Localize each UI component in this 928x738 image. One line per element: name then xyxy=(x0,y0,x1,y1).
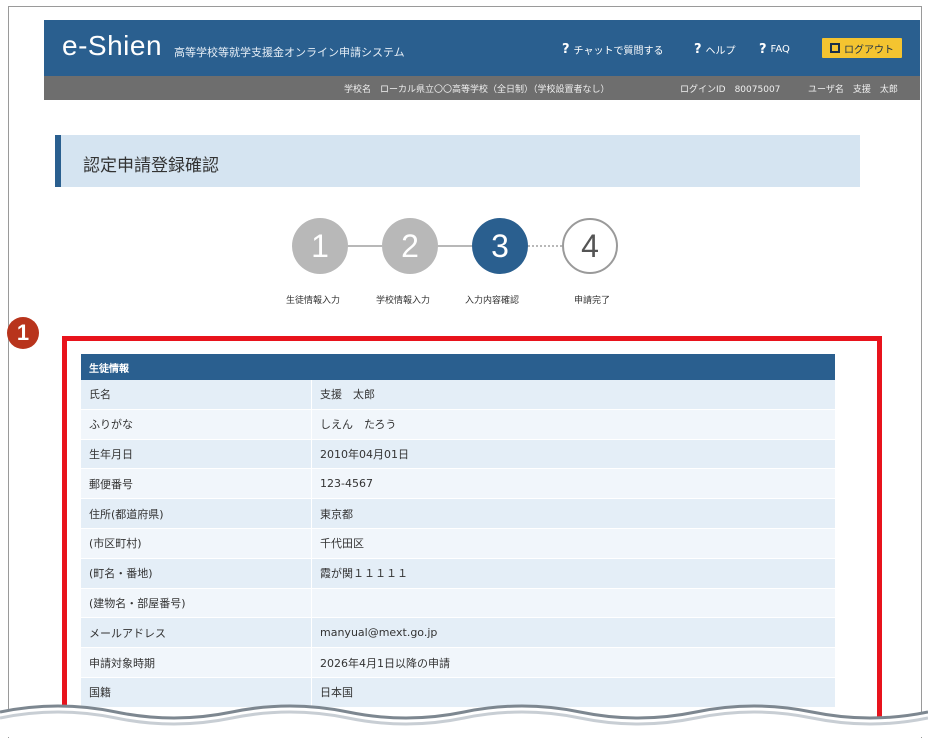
faq-link[interactable]: ? FAQ xyxy=(759,42,790,57)
chat-question-label: チャットで質問する xyxy=(573,46,664,57)
question-icon: ? xyxy=(694,42,702,57)
row-value xyxy=(311,588,835,619)
app-logo[interactable]: e-Shien xyxy=(62,30,162,62)
progress-steps: 1 2 3 4 xyxy=(292,218,642,278)
row-value: 東京都 xyxy=(311,498,835,529)
step-3-label: 入力内容確認 xyxy=(465,296,520,306)
logout-label: ログアウト xyxy=(844,44,894,56)
question-icon: ? xyxy=(562,42,570,57)
row-label: 住所(都道府県) xyxy=(81,498,312,529)
row-value: 支援 太郎 xyxy=(311,380,835,410)
table-row: 申請対象時期 2026年4月1日以降の申請 xyxy=(81,647,835,678)
row-label: (市区町村) xyxy=(81,528,312,559)
school-name: 学校名 ローカル県立〇〇高等学校（全日制）（学校設置者なし） xyxy=(344,85,610,95)
page-title-box: 認定申請登録確認 xyxy=(55,135,860,187)
row-label: 生年月日 xyxy=(81,439,312,470)
row-label: (建物名・部屋番号) xyxy=(81,588,312,619)
chat-question-link[interactable]: ? チャットで質問する xyxy=(562,42,663,57)
row-label: 申請対象時期 xyxy=(81,647,312,678)
student-info-table: 生徒情報 氏名 支援 太郎 ふりがな しえん たろう 生年月日 2010年04月01日… xyxy=(81,354,835,708)
row-label: 郵便番号 xyxy=(81,468,312,500)
row-value: 千代田区 xyxy=(311,528,835,559)
step-1-circle: 1 xyxy=(292,218,348,274)
step-connector xyxy=(438,245,472,247)
faq-label: FAQ xyxy=(770,44,790,55)
row-label: メールアドレス xyxy=(81,617,312,649)
step-connector xyxy=(348,245,382,247)
table-row: メールアドレス manyual@mext.go.jp xyxy=(81,617,835,649)
table-row: (町名・番地) 霞が関１１１１１ xyxy=(81,558,835,589)
row-value: manyual@mext.go.jp xyxy=(311,617,835,649)
page-title: 認定申請登録確認 xyxy=(83,156,219,176)
table-row: (建物名・部屋番号) xyxy=(81,588,835,619)
step-4-circle: 4 xyxy=(562,218,618,274)
table-header: 生徒情報 xyxy=(81,354,835,380)
row-value: 霞が関１１１１１ xyxy=(311,558,835,589)
login-id: ログインID 80075007 xyxy=(680,85,781,95)
table-row: 郵便番号 123-4567 xyxy=(81,468,835,500)
step-connector xyxy=(528,245,562,247)
annotation-badge: 1 xyxy=(7,317,39,349)
row-label: (町名・番地) xyxy=(81,558,312,589)
logout-icon xyxy=(830,43,840,53)
user-name: ユーザ名 支援 太郎 xyxy=(808,85,898,95)
table-row: (市区町村) 千代田区 xyxy=(81,528,835,559)
table-row: 氏名 支援 太郎 xyxy=(81,380,835,410)
step-4-label: 申請完了 xyxy=(574,296,611,306)
table-row: 住所(都道府県) 東京都 xyxy=(81,498,835,529)
user-info-bar: 学校名 ローカル県立〇〇高等学校（全日制）（学校設置者なし） ログインID 80… xyxy=(44,76,920,100)
row-value: しえん たろう xyxy=(311,409,835,440)
row-value: 2026年4月1日以降の申請 xyxy=(311,647,835,678)
question-icon: ? xyxy=(759,42,767,57)
step-2-label: 学校情報入力 xyxy=(376,296,431,306)
row-value: 123-4567 xyxy=(311,468,835,500)
step-1-label: 生徒情報入力 xyxy=(286,296,341,306)
step-3-circle: 3 xyxy=(472,218,528,274)
row-label: ふりがな xyxy=(81,409,312,440)
system-name: 高等学校等就学支援金オンライン申請システム xyxy=(174,46,405,59)
row-value: 2010年04月01日 xyxy=(311,439,835,470)
help-label: ヘルプ xyxy=(705,46,736,57)
row-label: 氏名 xyxy=(81,380,312,410)
torn-edge-decoration xyxy=(0,704,928,737)
step-2-circle: 2 xyxy=(382,218,438,274)
app-header: e-Shien 高等学校等就学支援金オンライン申請システム ? チャットで質問す… xyxy=(44,20,920,76)
logout-button[interactable]: ログアウト xyxy=(822,38,902,58)
table-row: ふりがな しえん たろう xyxy=(81,409,835,440)
table-row: 生年月日 2010年04月01日 xyxy=(81,439,835,470)
help-link[interactable]: ? ヘルプ xyxy=(694,42,736,57)
